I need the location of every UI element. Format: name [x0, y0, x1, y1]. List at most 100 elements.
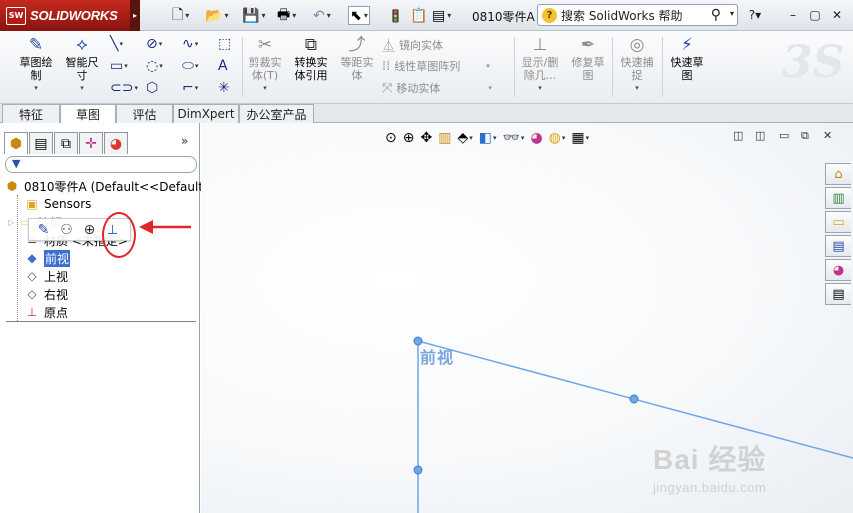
linear-pattern-label: 线性草图阵列 — [394, 60, 461, 73]
app-name: SOLIDWORKS — [30, 8, 118, 23]
menu-expand-arrow[interactable]: ▸ — [130, 0, 140, 31]
baidu-jingyan-watermark: Bai 经验 jingyan.baidu.com — [653, 438, 848, 508]
arc-icon[interactable]: ◌ ▾ — [146, 56, 163, 76]
graphics-area[interactable]: ⊙ ⊕ ✥ ▥ ⬘ ▾ ◧ ▾ 👓 ▾ ◕ ◍ ▾ ▦ ▾ ◫ ◫ ▭ ⧉ ✕ ⌂ ▥ ▭… — [201, 123, 853, 513]
trim-label: 剪裁实 体(T) — [248, 56, 282, 82]
rapid-sketch-button[interactable]: ⚡ 快速草 图 — [664, 35, 710, 82]
spline-icon[interactable]: ∿ ▾ — [182, 34, 198, 54]
help-search-input[interactable]: ? 搜索 SolidWorks 帮助 ⚲ ▾ — [537, 4, 738, 26]
dimxpert-manager-tab-icon[interactable]: ✛ — [79, 132, 103, 154]
line-icon[interactable]: ╲ ▾ — [110, 34, 123, 54]
convert-entities-button[interactable]: ⧉ 转换实 体引用 — [290, 35, 332, 82]
sketch-button[interactable]: ✎ 草图绘 制 ▾ — [14, 35, 58, 95]
solidworks-logo[interactable]: SW SOLIDWORKS — [0, 0, 130, 31]
chevron-down-icon[interactable]: ▾ — [244, 82, 286, 95]
polygon-icon[interactable]: ⬡ — [146, 78, 158, 98]
tree-item-front-plane[interactable]: ◆ 前视 — [24, 249, 71, 267]
smart-dimension-button[interactable]: ⟡ 智能尺 寸 ▾ — [60, 35, 104, 95]
command-manager: ✎ 草图绘 制 ▾ ⟡ 智能尺 寸 ▾ ╲ ▾ ⊘ ▾ ∿ ▾ ⬚ ▭ ▾ ◌ ▾ ⬭ ▾ … — [0, 31, 853, 104]
chevron-down-icon[interactable]: ▾ — [730, 9, 734, 18]
close-icon[interactable]: ✕ — [828, 6, 846, 23]
watermark-brand: Bai 经验 — [653, 444, 767, 475]
rectangle-icon[interactable]: ▭ ▾ — [110, 56, 128, 76]
mirror-entities-button[interactable]: ⏅ 镜向实体 — [382, 35, 443, 55]
expand-arrow-icon[interactable]: ▷ — [8, 218, 18, 227]
linear-pattern-icon: ⁞⁞ — [382, 58, 391, 74]
annotation-arrow — [139, 220, 191, 234]
open-icon[interactable]: 📂 — [205, 6, 228, 25]
plane-handle[interactable] — [413, 465, 423, 475]
ds-logo-watermark: 3S — [782, 37, 845, 88]
edit-sketch-icon[interactable]: ✎ — [35, 221, 52, 239]
undo-icon[interactable]: ↶ — [313, 6, 331, 25]
restore-icon[interactable]: ▢ — [806, 6, 824, 23]
fillet-icon[interactable]: ⌐ ▾ — [182, 78, 198, 98]
feature-manager-tab-icon[interactable]: ⬢ — [4, 132, 28, 154]
chevron-down-icon[interactable]: ▾ — [60, 82, 104, 95]
options-icon[interactable]: ▤ — [432, 6, 451, 25]
quick-snap-label: 快速捕 捉 — [620, 56, 654, 82]
help-search-placeholder: 搜索 SolidWorks 帮助 — [561, 8, 683, 23]
search-icon[interactable]: ⚲ — [711, 7, 721, 23]
sw-logo-badge: SW — [6, 6, 26, 25]
select-icon[interactable]: ⬉ — [348, 6, 370, 25]
more-tabs-icon[interactable]: » — [181, 134, 188, 148]
print-icon[interactable]: 🖶 — [277, 6, 296, 25]
display-manager-tab-icon[interactable]: ◕ — [104, 132, 128, 154]
chevron-down-icon[interactable]: ▾ — [517, 82, 563, 95]
tree-item-top-plane[interactable]: ◇ 上视 — [24, 267, 68, 285]
minimize-icon[interactable]: – — [784, 6, 802, 23]
file-properties-icon[interactable]: 📋 — [410, 6, 427, 25]
tree-item-label: 前视 — [44, 249, 71, 267]
tab-features[interactable]: 特征 — [2, 104, 60, 123]
tree-item-origin[interactable]: ⊥ 原点 — [24, 303, 68, 321]
configuration-manager-tab-icon[interactable]: ⧉ — [54, 132, 78, 154]
ellipse-icon[interactable]: ⬭ ▾ — [182, 56, 198, 76]
separator — [662, 37, 663, 97]
show-hide-icon[interactable]: ⚇ — [58, 221, 75, 239]
separator — [612, 37, 613, 97]
construction-geometry-icon[interactable]: ⬚ — [218, 34, 231, 54]
chevron-down-icon[interactable]: ▾ — [14, 82, 58, 95]
circle-icon[interactable]: ⊘ ▾ — [146, 34, 162, 54]
trim-entities-button[interactable]: ✂ 剪裁实 体(T) ▾ — [244, 35, 286, 95]
save-icon[interactable]: 💾 — [242, 6, 265, 25]
trim-icon: ✂ — [257, 35, 273, 55]
watermark-url: jingyan.baidu.com — [653, 480, 767, 495]
help-icon[interactable]: ?▾ — [746, 6, 764, 23]
document-title: 0810零件A — [472, 10, 535, 24]
plane-icon: ◇ — [27, 269, 37, 283]
offset-entities-button[interactable]: ⤴ 等距实 体 — [336, 35, 378, 82]
display-delete-label: 显示/删 除几... — [521, 56, 559, 82]
slot-icon[interactable]: ⊂⊃ ▾ — [110, 78, 138, 98]
text-icon[interactable]: A — [218, 56, 228, 76]
repair-sketch-button[interactable]: ✒ 修复草 图 — [567, 35, 609, 82]
zoom-to-selection-icon[interactable]: ⊕ — [81, 221, 98, 239]
move-entities-button[interactable]: ⤧ 移动实体 ▾ — [382, 80, 492, 96]
smart-dimension-label: 智能尺 寸 — [65, 56, 99, 82]
tree-item-right-plane[interactable]: ◇ 右视 — [24, 285, 68, 303]
tab-sketch[interactable]: 草图 — [60, 104, 116, 124]
tab-dimxpert[interactable]: DimXpert — [173, 104, 239, 123]
relations-icon: ⊥ — [532, 35, 548, 55]
plane-handle[interactable] — [629, 394, 639, 404]
feature-tree-filter[interactable]: ▼ — [5, 156, 197, 173]
point-icon[interactable]: ✳ — [218, 78, 230, 98]
quick-snaps-button[interactable]: ◎ 快速捕 捉 ▾ — [614, 35, 660, 95]
highlight-circle — [102, 212, 136, 258]
tab-office-products[interactable]: 办公室产品 — [239, 104, 314, 123]
move-icon: ⤧ — [382, 80, 393, 96]
display-delete-relations-button[interactable]: ⊥ 显示/删 除几... ▾ — [517, 35, 563, 95]
new-document-icon[interactable]: 🗋 — [172, 6, 189, 25]
feature-manager-panel: ⬢ ▤ ⧉ ✛ ◕ » ▼ ⬢ 0810零件A (Default<<Defaul… — [0, 123, 203, 513]
rebuild-icon[interactable]: 🚦 — [388, 6, 403, 25]
tree-item-part[interactable]: ⬢ 0810零件A (Default<<Default — [4, 177, 203, 195]
feature-tree: ⬢ 0810零件A (Default<<Default ▣ Sensors ▷ … — [0, 177, 203, 321]
tree-item-sensors[interactable]: ▣ Sensors — [24, 195, 91, 213]
sketch-label: 草图绘 制 — [19, 56, 53, 82]
property-manager-tab-icon[interactable]: ▤ — [29, 132, 53, 154]
sketch-icon: ✎ — [28, 35, 44, 55]
tab-evaluate[interactable]: 评估 — [116, 104, 173, 123]
linear-pattern-button[interactable]: ⁞⁞ 线性草图阵列 ▾ — [382, 58, 490, 74]
chevron-down-icon[interactable]: ▾ — [614, 82, 660, 95]
